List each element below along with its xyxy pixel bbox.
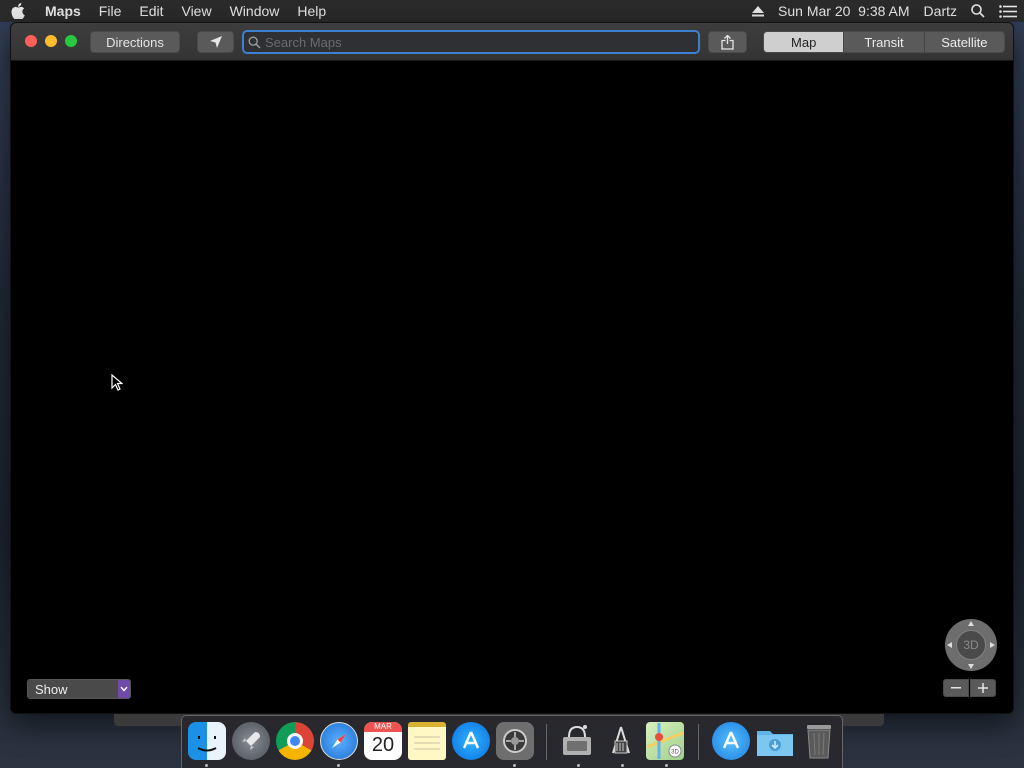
zoom-out-button[interactable] xyxy=(943,679,969,697)
zoom-window-button[interactable] xyxy=(65,35,77,47)
menu-window[interactable]: Window xyxy=(221,0,289,22)
maps-icon[interactable]: 3D xyxy=(646,722,684,760)
running-indicator xyxy=(513,764,516,767)
eject-icon[interactable] xyxy=(745,0,771,22)
running-indicator xyxy=(577,764,580,767)
system-information-icon[interactable] xyxy=(602,722,640,760)
downloads-folder-icon[interactable] xyxy=(756,722,794,760)
menu-help[interactable]: Help xyxy=(288,0,335,22)
menu-bar: Maps File Edit View Window Help Sun Mar … xyxy=(0,0,1024,22)
calendar-icon[interactable]: MAR 20 xyxy=(364,722,402,760)
svg-text:3D: 3D xyxy=(671,750,679,756)
menubar-clock[interactable]: Sun Mar 20 9:38 AM xyxy=(771,0,917,22)
map-mode-tab[interactable]: Map xyxy=(764,32,845,52)
app-store-downloads-icon[interactable] xyxy=(712,722,750,760)
window-toolbar: Directions Map Transit Satellite xyxy=(11,23,1013,61)
search-icon xyxy=(248,35,261,49)
directions-button[interactable]: Directions xyxy=(90,31,180,53)
app-store-icon[interactable] xyxy=(452,722,490,760)
show-dropdown[interactable]: Show xyxy=(27,679,131,699)
app-menu-maps[interactable]: Maps xyxy=(36,0,90,22)
desktop: Maps File Edit View Window Help Sun Mar … xyxy=(0,0,1024,768)
search-field[interactable] xyxy=(242,30,700,54)
close-window-button[interactable] xyxy=(25,35,37,47)
apple-menu-icon[interactable] xyxy=(0,0,36,22)
calendar-month: MAR xyxy=(364,722,402,732)
calendar-day: 20 xyxy=(371,734,395,756)
dock-separator xyxy=(546,724,547,760)
share-icon xyxy=(721,34,734,50)
spotlight-search-icon[interactable] xyxy=(964,0,992,22)
compass-control[interactable]: 3D xyxy=(945,619,997,671)
disk-utility-icon[interactable] xyxy=(558,722,596,760)
system-preferences-icon[interactable] xyxy=(496,722,534,760)
compass-arrows-icon xyxy=(947,621,995,669)
satellite-mode-tab[interactable]: Satellite xyxy=(924,32,1004,52)
share-button[interactable] xyxy=(708,31,747,53)
finder-icon[interactable] xyxy=(188,722,226,760)
show-dropdown-label: Show xyxy=(35,681,68,697)
zoom-in-button[interactable] xyxy=(970,679,996,697)
launchpad-icon[interactable] xyxy=(232,722,270,760)
menubar-user[interactable]: Dartz xyxy=(917,0,964,22)
minus-icon xyxy=(951,687,961,689)
transit-mode-tab[interactable]: Transit xyxy=(844,32,925,52)
trash-icon[interactable] xyxy=(800,722,838,760)
menu-edit[interactable]: Edit xyxy=(130,0,172,22)
running-indicator xyxy=(205,764,208,767)
map-view-mode-control: Map Transit Satellite xyxy=(763,31,1005,53)
running-indicator xyxy=(337,764,340,767)
dock-separator xyxy=(698,724,699,760)
current-location-button[interactable] xyxy=(197,31,234,53)
dock: MAR 20 3D xyxy=(181,715,843,768)
menu-view[interactable]: View xyxy=(172,0,220,22)
notification-center-icon[interactable] xyxy=(992,0,1024,22)
location-arrow-icon xyxy=(209,36,222,48)
maps-window: Directions Map Transit Satellite Show xyxy=(11,23,1013,713)
search-input[interactable] xyxy=(265,34,685,50)
chrome-icon[interactable] xyxy=(276,722,314,760)
minimize-window-button[interactable] xyxy=(45,35,57,47)
running-indicator xyxy=(665,764,668,767)
plus-icon xyxy=(978,683,988,693)
chevron-down-icon xyxy=(118,680,130,698)
menu-file[interactable]: File xyxy=(90,0,131,22)
mouse-cursor xyxy=(111,373,124,397)
notes-icon[interactable] xyxy=(408,722,446,760)
safari-icon[interactable] xyxy=(320,722,358,760)
running-indicator xyxy=(621,764,624,767)
map-canvas[interactable] xyxy=(11,62,1013,713)
